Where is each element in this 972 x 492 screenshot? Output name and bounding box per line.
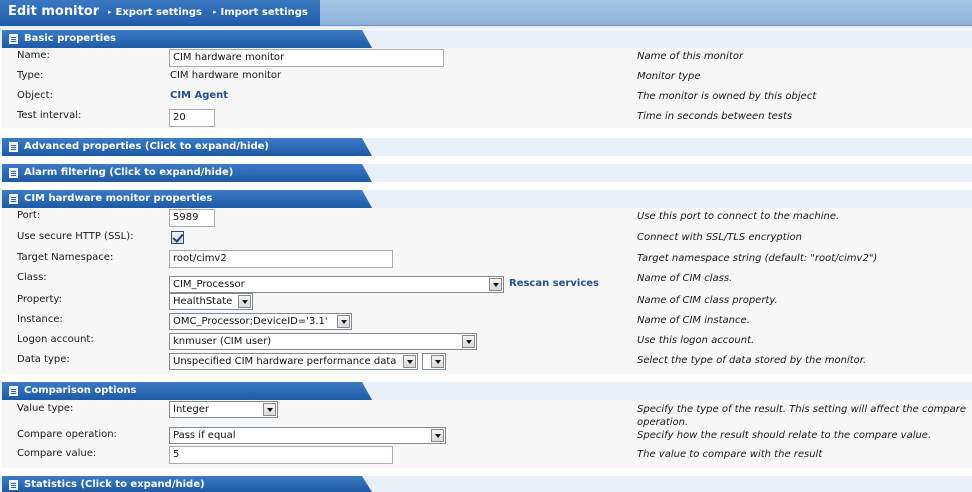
instance-select[interactable]: OMC_Processor;DeviceID='3.1' — [169, 313, 352, 330]
test-interval-input[interactable]: 20 — [169, 109, 215, 127]
chevron-down-icon — [337, 315, 350, 328]
type-description: Monitor type — [637, 71, 701, 82]
object-link[interactable]: CIM Agent — [170, 90, 228, 101]
import-settings-link[interactable]: ▸ Import settings — [213, 7, 308, 18]
list-icon — [9, 168, 18, 178]
section-header-advanced[interactable]: Advanced properties (Click to expand/hid… — [2, 138, 372, 156]
chevron-down-icon — [238, 295, 251, 308]
chevron-down-icon — [462, 335, 475, 348]
list-icon — [9, 194, 18, 204]
header-stripe — [0, 26, 972, 29]
compare-operation-select[interactable]: Pass if equal — [169, 427, 446, 444]
class-description: Name of CIM class. — [637, 273, 733, 284]
value-type-description: Specify the type of the result. This set… — [637, 404, 967, 428]
name-description: Name of this monitor — [637, 51, 744, 62]
list-icon — [9, 386, 18, 396]
test-interval-description: Time in seconds between tests — [637, 111, 793, 122]
logon-account-label: Logon account: — [17, 334, 94, 345]
data-type-unit-select[interactable] — [422, 353, 446, 370]
chevron-down-icon — [431, 429, 444, 442]
class-label: Class: — [17, 272, 47, 283]
namespace-input[interactable]: root/cimv2 — [169, 250, 393, 268]
port-label: Port: — [17, 210, 41, 221]
top-toolbar: Edit monitor ▸ Export settings ▸ Import se… — [0, 0, 972, 26]
section-statistics: Statistics (Click to expand/hide) — [0, 476, 972, 492]
section-header-comparison[interactable]: Comparison options — [2, 382, 372, 400]
class-select[interactable]: CIM_Processor — [169, 276, 504, 293]
chevron-down-icon — [431, 355, 444, 368]
section-cim-properties: CIM hardware monitor properties — [0, 190, 972, 208]
value-type-label: Value type: — [17, 403, 74, 414]
rescan-services-link[interactable]: Rescan services — [509, 278, 599, 289]
ssl-description: Connect with SSL/TLS encryption — [637, 232, 802, 243]
compare-operation-description: Specify how the result should relate to … — [637, 430, 932, 441]
property-description: Name of CIM class property. — [637, 295, 778, 306]
triangle-right-icon: ▸ — [108, 8, 112, 16]
test-interval-label: Test interval: — [17, 110, 82, 121]
namespace-description: Target namespace string (default: "root/… — [637, 253, 878, 264]
name-input[interactable]: CIM hardware monitor — [169, 49, 444, 67]
list-icon — [9, 480, 18, 490]
compare-value-input[interactable]: 5 — [169, 446, 393, 464]
property-select[interactable]: HealthState — [169, 293, 253, 310]
ssl-checkbox[interactable] — [171, 231, 184, 244]
chevron-down-icon — [263, 403, 276, 416]
type-value: CIM hardware monitor — [170, 70, 282, 81]
ssl-label: Use secure HTTP (SSL): — [17, 231, 134, 242]
export-settings-link[interactable]: ▸ Export settings — [108, 7, 202, 18]
data-type-select[interactable]: Unspecified CIM hardware performance dat… — [169, 353, 418, 370]
section-alarm-filtering: Alarm filtering (Click to expand/hide) — [0, 164, 972, 182]
section-basic-properties: Basic properties — [0, 30, 972, 48]
section-header-cim[interactable]: CIM hardware monitor properties — [2, 190, 372, 208]
port-description: Use this port to connect to the machine. — [637, 211, 840, 222]
port-input[interactable]: 5989 — [169, 209, 215, 227]
type-label: Type: — [17, 70, 44, 81]
compare-value-description: The value to compare with the result — [637, 449, 823, 460]
compare-operation-label: Compare operation: — [17, 429, 117, 440]
data-type-description: Select the type of data stored by the mo… — [637, 355, 867, 366]
instance-description: Name of CIM instance. — [637, 315, 750, 326]
logon-account-description: Use this logon account. — [637, 335, 755, 346]
value-type-select[interactable]: Integer — [169, 401, 278, 418]
object-label: Object: — [17, 90, 53, 101]
chevron-down-icon — [489, 278, 502, 291]
object-description: The monitor is owned by this object — [637, 91, 817, 102]
logon-account-select[interactable]: knmuser (CIM user) — [169, 333, 477, 350]
property-label: Property: — [17, 294, 62, 305]
namespace-label: Target Namespace: — [17, 252, 114, 263]
instance-label: Instance: — [17, 314, 63, 325]
section-header-statistics[interactable]: Statistics (Click to expand/hide) — [2, 476, 372, 492]
section-header-alarm[interactable]: Alarm filtering (Click to expand/hide) — [2, 164, 372, 182]
triangle-right-icon: ▸ — [213, 8, 217, 16]
compare-value-label: Compare value: — [17, 448, 97, 459]
page-title: Edit monitor — [8, 4, 100, 19]
section-advanced-properties: Advanced properties (Click to expand/hid… — [0, 138, 972, 156]
list-icon — [9, 34, 18, 44]
data-type-label: Data type: — [17, 354, 70, 365]
name-label: Name: — [17, 50, 50, 61]
chevron-down-icon — [403, 355, 416, 368]
section-header-basic[interactable]: Basic properties — [2, 30, 372, 48]
list-icon — [9, 142, 18, 152]
section-comparison-options: Comparison options — [0, 382, 972, 400]
